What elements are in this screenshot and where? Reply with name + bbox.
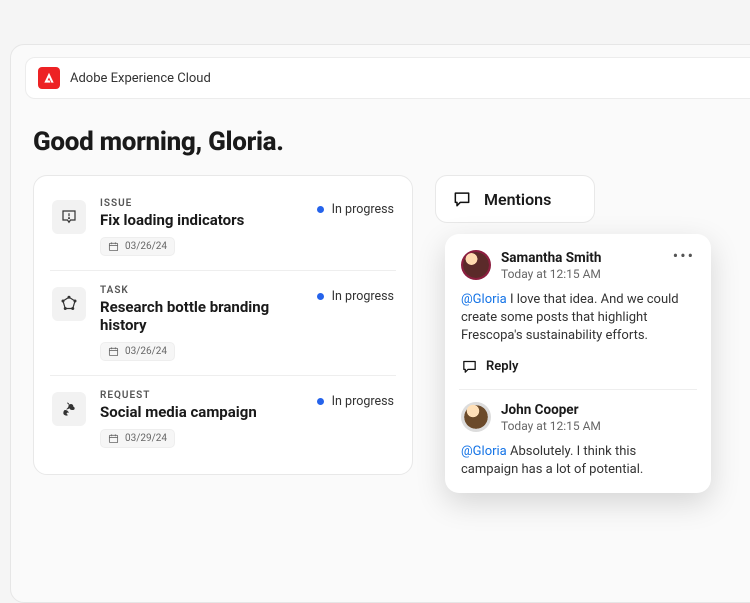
mention-item: Samantha Smith Today at 12:15 AM ••• @Gl… bbox=[461, 250, 695, 375]
work-item-status: In progress bbox=[317, 289, 394, 304]
work-item-date-text: 03/26/24 bbox=[125, 346, 167, 357]
mention-at[interactable]: @Gloria bbox=[461, 444, 507, 459]
mention-at[interactable]: @Gloria bbox=[461, 292, 507, 307]
status-dot-icon bbox=[317, 293, 324, 300]
divider bbox=[459, 389, 697, 390]
mention-item: John Cooper Today at 12:15 AM @Gloria Ab… bbox=[461, 402, 695, 479]
topbar: Adobe Experience Cloud bbox=[25, 57, 750, 99]
more-icon[interactable]: ••• bbox=[673, 250, 695, 260]
work-item-date-text: 03/29/24 bbox=[125, 433, 167, 444]
work-item-status: In progress bbox=[317, 394, 394, 409]
avatar[interactable] bbox=[461, 402, 491, 432]
work-item[interactable]: TASK Research bottle branding history 03… bbox=[50, 271, 396, 376]
mention-body: @Gloria I love that idea. And we could c… bbox=[461, 291, 695, 346]
work-item[interactable]: ISSUE Fix loading indicators 03/26/24 In… bbox=[50, 184, 396, 271]
work-item-main: TASK Research bottle branding history 03… bbox=[100, 285, 303, 361]
adobe-logo-icon bbox=[38, 67, 60, 89]
work-item-status-text: In progress bbox=[332, 394, 394, 409]
work-item-date-text: 03/26/24 bbox=[125, 241, 167, 252]
mention-meta: John Cooper Today at 12:15 AM bbox=[501, 402, 601, 433]
work-item-type: REQUEST bbox=[100, 390, 303, 401]
calendar-icon bbox=[108, 433, 119, 444]
reply-icon bbox=[461, 358, 478, 375]
mentions-label: Mentions bbox=[484, 190, 551, 209]
work-item-main: REQUEST Social media campaign 03/29/24 bbox=[100, 390, 303, 448]
work-item-date: 03/26/24 bbox=[100, 342, 175, 361]
work-item-title: Social media campaign bbox=[100, 403, 303, 421]
work-item-status-text: In progress bbox=[332, 202, 394, 217]
work-item-type: ISSUE bbox=[100, 198, 303, 209]
mention-name: Samantha Smith bbox=[501, 250, 601, 266]
issue-icon bbox=[52, 200, 86, 234]
mention-head: Samantha Smith Today at 12:15 AM ••• bbox=[461, 250, 695, 281]
mention-head: John Cooper Today at 12:15 AM bbox=[461, 402, 695, 433]
work-item-status-text: In progress bbox=[332, 289, 394, 304]
mentions-popup: Samantha Smith Today at 12:15 AM ••• @Gl… bbox=[445, 234, 711, 493]
brand-title: Adobe Experience Cloud bbox=[70, 71, 211, 86]
mention-body: @Gloria Absolutely. I think this campaig… bbox=[461, 443, 695, 479]
calendar-icon bbox=[108, 241, 119, 252]
calendar-icon bbox=[108, 346, 119, 357]
avatar[interactable] bbox=[461, 250, 491, 280]
work-item-status: In progress bbox=[317, 202, 394, 217]
mention-time: Today at 12:15 AM bbox=[501, 419, 601, 433]
status-dot-icon bbox=[317, 398, 324, 405]
reply-label: Reply bbox=[486, 359, 518, 374]
reply-button[interactable]: Reply bbox=[461, 358, 695, 375]
work-item-date: 03/29/24 bbox=[100, 429, 175, 448]
mention-time: Today at 12:15 AM bbox=[501, 267, 601, 281]
work-item-title: Research bottle branding history bbox=[100, 298, 303, 334]
work-item-type: TASK bbox=[100, 285, 303, 296]
work-item-main: ISSUE Fix loading indicators 03/26/24 bbox=[100, 198, 303, 256]
chat-icon bbox=[452, 189, 472, 209]
status-dot-icon bbox=[317, 206, 324, 213]
request-icon bbox=[52, 392, 86, 426]
greeting: Good morning, Gloria. bbox=[33, 127, 750, 157]
work-item[interactable]: REQUEST Social media campaign 03/29/24 I… bbox=[50, 376, 396, 462]
mention-name: John Cooper bbox=[501, 402, 601, 418]
mentions-header[interactable]: Mentions bbox=[435, 175, 595, 223]
work-items-card: ISSUE Fix loading indicators 03/26/24 In… bbox=[33, 175, 413, 475]
work-item-date: 03/26/24 bbox=[100, 237, 175, 256]
work-item-title: Fix loading indicators bbox=[100, 211, 303, 229]
mention-meta: Samantha Smith Today at 12:15 AM bbox=[501, 250, 601, 281]
task-icon bbox=[52, 287, 86, 321]
